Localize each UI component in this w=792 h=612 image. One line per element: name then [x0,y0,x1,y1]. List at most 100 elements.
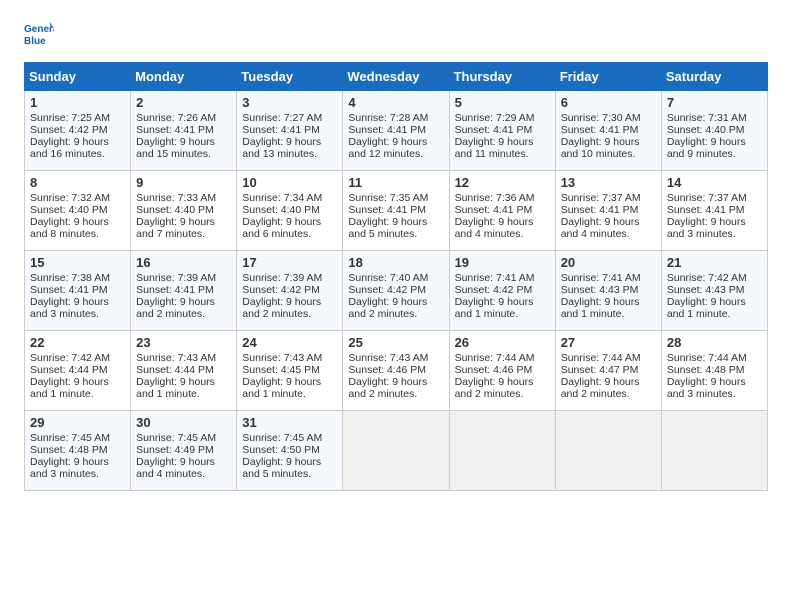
sunrise: Sunrise: 7:41 AM [455,272,535,284]
day-cell: 4Sunrise: 7:28 AMSunset: 4:41 PMDaylight… [343,91,449,171]
sunrise: Sunrise: 7:42 AM [667,272,747,284]
sunset: Sunset: 4:42 PM [30,124,108,136]
logo-graphic: General Blue [24,20,54,50]
daylight: Daylight: 9 hours and 11 minutes. [455,136,534,160]
daylight: Daylight: 9 hours and 15 minutes. [136,136,215,160]
sunset: Sunset: 4:41 PM [561,204,639,216]
day-cell [343,411,449,491]
col-header-wednesday: Wednesday [343,63,449,91]
day-number: 26 [455,335,550,350]
header-row: SundayMondayTuesdayWednesdayThursdayFrid… [25,63,768,91]
sunset: Sunset: 4:42 PM [242,284,320,296]
col-header-tuesday: Tuesday [237,63,343,91]
day-cell: 31Sunrise: 7:45 AMSunset: 4:50 PMDayligh… [237,411,343,491]
day-cell: 22Sunrise: 7:42 AMSunset: 4:44 PMDayligh… [25,331,131,411]
sunset: Sunset: 4:41 PM [136,284,214,296]
sunrise: Sunrise: 7:45 AM [30,432,110,444]
day-cell: 25Sunrise: 7:43 AMSunset: 4:46 PMDayligh… [343,331,449,411]
daylight: Daylight: 9 hours and 1 minute. [242,376,321,400]
week-row-5: 29Sunrise: 7:45 AMSunset: 4:48 PMDayligh… [25,411,768,491]
header: General Blue [24,20,768,50]
sunset: Sunset: 4:47 PM [561,364,639,376]
daylight: Daylight: 9 hours and 2 minutes. [242,296,321,320]
day-number: 12 [455,175,550,190]
sunrise: Sunrise: 7:42 AM [30,352,110,364]
sunrise: Sunrise: 7:27 AM [242,112,322,124]
sunrise: Sunrise: 7:45 AM [136,432,216,444]
sunset: Sunset: 4:50 PM [242,444,320,456]
day-cell: 8Sunrise: 7:32 AMSunset: 4:40 PMDaylight… [25,171,131,251]
sunrise: Sunrise: 7:37 AM [561,192,641,204]
logo: General Blue [24,20,54,50]
day-cell: 12Sunrise: 7:36 AMSunset: 4:41 PMDayligh… [449,171,555,251]
day-number: 25 [348,335,443,350]
day-number: 17 [242,255,337,270]
day-number: 20 [561,255,656,270]
day-number: 29 [30,415,125,430]
daylight: Daylight: 9 hours and 9 minutes. [667,136,746,160]
day-cell: 3Sunrise: 7:27 AMSunset: 4:41 PMDaylight… [237,91,343,171]
sunrise: Sunrise: 7:43 AM [136,352,216,364]
day-number: 5 [455,95,550,110]
daylight: Daylight: 9 hours and 4 minutes. [136,456,215,480]
daylight: Daylight: 9 hours and 1 minute. [667,296,746,320]
sunrise: Sunrise: 7:31 AM [667,112,747,124]
col-header-friday: Friday [555,63,661,91]
day-cell: 10Sunrise: 7:34 AMSunset: 4:40 PMDayligh… [237,171,343,251]
sunrise: Sunrise: 7:36 AM [455,192,535,204]
day-number: 27 [561,335,656,350]
daylight: Daylight: 9 hours and 10 minutes. [561,136,640,160]
daylight: Daylight: 9 hours and 13 minutes. [242,136,321,160]
col-header-monday: Monday [131,63,237,91]
sunrise: Sunrise: 7:44 AM [667,352,747,364]
day-number: 28 [667,335,762,350]
sunrise: Sunrise: 7:32 AM [30,192,110,204]
daylight: Daylight: 9 hours and 1 minute. [30,376,109,400]
day-cell: 13 Sunrise: 7:37 AMSunset: 4:41 PMDayligh… [555,171,661,251]
day-number: 11 [348,175,443,190]
day-cell: 9Sunrise: 7:33 AMSunset: 4:40 PMDaylight… [131,171,237,251]
day-cell [555,411,661,491]
sunrise: Sunrise: 7:40 AM [348,272,428,284]
calendar-table: SundayMondayTuesdayWednesdayThursdayFrid… [24,62,768,491]
day-number: 8 [30,175,125,190]
sunset: Sunset: 4:48 PM [30,444,108,456]
daylight: Daylight: 9 hours and 16 minutes. [30,136,109,160]
sunset: Sunset: 4:40 PM [667,124,745,136]
day-number: 7 [667,95,762,110]
daylight: Daylight: 9 hours and 4 minutes. [561,216,640,240]
col-header-saturday: Saturday [661,63,767,91]
daylight: Daylight: 9 hours and 2 minutes. [348,296,427,320]
day-cell: 23Sunrise: 7:43 AMSunset: 4:44 PMDayligh… [131,331,237,411]
day-cell: 30Sunrise: 7:45 AMSunset: 4:49 PMDayligh… [131,411,237,491]
day-number: 31 [242,415,337,430]
day-number: 19 [455,255,550,270]
sunset: Sunset: 4:41 PM [348,204,426,216]
day-cell: 29 Sunrise: 7:45 AMSunset: 4:48 PMDayligh… [25,411,131,491]
day-cell: 21Sunrise: 7:42 AMSunset: 4:43 PMDayligh… [661,251,767,331]
sunset: Sunset: 4:40 PM [30,204,108,216]
daylight: Daylight: 9 hours and 1 minute. [136,376,215,400]
daylight: Daylight: 9 hours and 3 minutes. [667,216,746,240]
week-row-2: 8 Sunrise: 7:32 AMSunset: 4:40 PM Daylight… [25,171,768,251]
daylight: Daylight: 9 hours and 3 minutes. [30,456,109,480]
day-number: 16 [136,255,231,270]
day-cell: 28Sunrise: 7:44 AMSunset: 4:48 PMDayligh… [661,331,767,411]
sunrise: Sunrise: 7:44 AM [455,352,535,364]
day-number: 9 [136,175,231,190]
sunrise: Sunrise: 7:43 AM [348,352,428,364]
sunset: Sunset: 4:41 PM [667,204,745,216]
day-number: 14 [667,175,762,190]
sunset: Sunset: 4:41 PM [561,124,639,136]
sunrise: Sunrise: 7:37 AM [667,192,747,204]
day-cell: 27Sunrise: 7:44 AMSunset: 4:47 PMDayligh… [555,331,661,411]
day-cell: 2Sunrise: 7:26 AMSunset: 4:41 PMDaylight… [131,91,237,171]
sunrise: Sunrise: 7:26 AM [136,112,216,124]
sunrise: Sunrise: 7:35 AM [348,192,428,204]
sunset: Sunset: 4:41 PM [30,284,108,296]
week-row-1: 1Sunrise: 7:25 AMSunset: 4:42 PMDaylight… [25,91,768,171]
day-number: 13 [561,175,656,190]
daylight: Daylight: 9 hours and 12 minutes. [348,136,427,160]
daylight: Daylight: 9 hours and 1 minute. [455,296,534,320]
sunset: Sunset: 4:43 PM [561,284,639,296]
